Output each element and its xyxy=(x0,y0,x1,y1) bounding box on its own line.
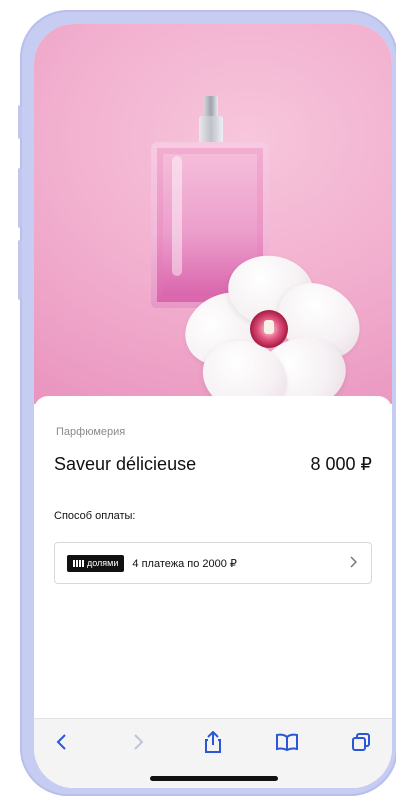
browser-toolbar xyxy=(34,718,392,788)
flower-image xyxy=(173,249,375,425)
side-button-volume-up xyxy=(18,168,22,228)
product-name: Saveur délicieuse xyxy=(54,454,197,474)
share-icon[interactable] xyxy=(198,729,228,755)
installment-plan-text: 4 платежа по 2000 ₽ xyxy=(132,557,237,570)
forward-icon[interactable] xyxy=(124,729,154,755)
dolyami-badge-label: долями xyxy=(87,557,119,568)
side-button-volume-down xyxy=(18,240,22,300)
product-price: 8 000 ₽ xyxy=(310,454,373,474)
chevron-right-icon xyxy=(349,555,358,571)
perfume-cap xyxy=(204,96,218,118)
home-indicator xyxy=(150,776,278,781)
phone-screen: Парфюмерия Saveur délicieuse 8 000 ₽ Спо… xyxy=(34,24,392,788)
flower-stamen xyxy=(264,320,274,334)
dolyami-logo-icon xyxy=(73,559,84,567)
bookmarks-icon[interactable] xyxy=(272,729,302,755)
bottle-highlight xyxy=(172,156,182,276)
dolyami-badge: долями xyxy=(67,554,125,572)
payment-method-title: Способ оплаты: xyxy=(54,510,136,522)
side-button-mute xyxy=(18,105,22,139)
back-icon[interactable] xyxy=(46,729,76,755)
installment-plan-option[interactable]: долями 4 платежа по 2000 ₽ xyxy=(54,542,372,584)
product-category: Парфюмерия xyxy=(56,426,126,438)
tabs-icon[interactable] xyxy=(346,729,376,755)
product-hero-image xyxy=(34,24,392,425)
